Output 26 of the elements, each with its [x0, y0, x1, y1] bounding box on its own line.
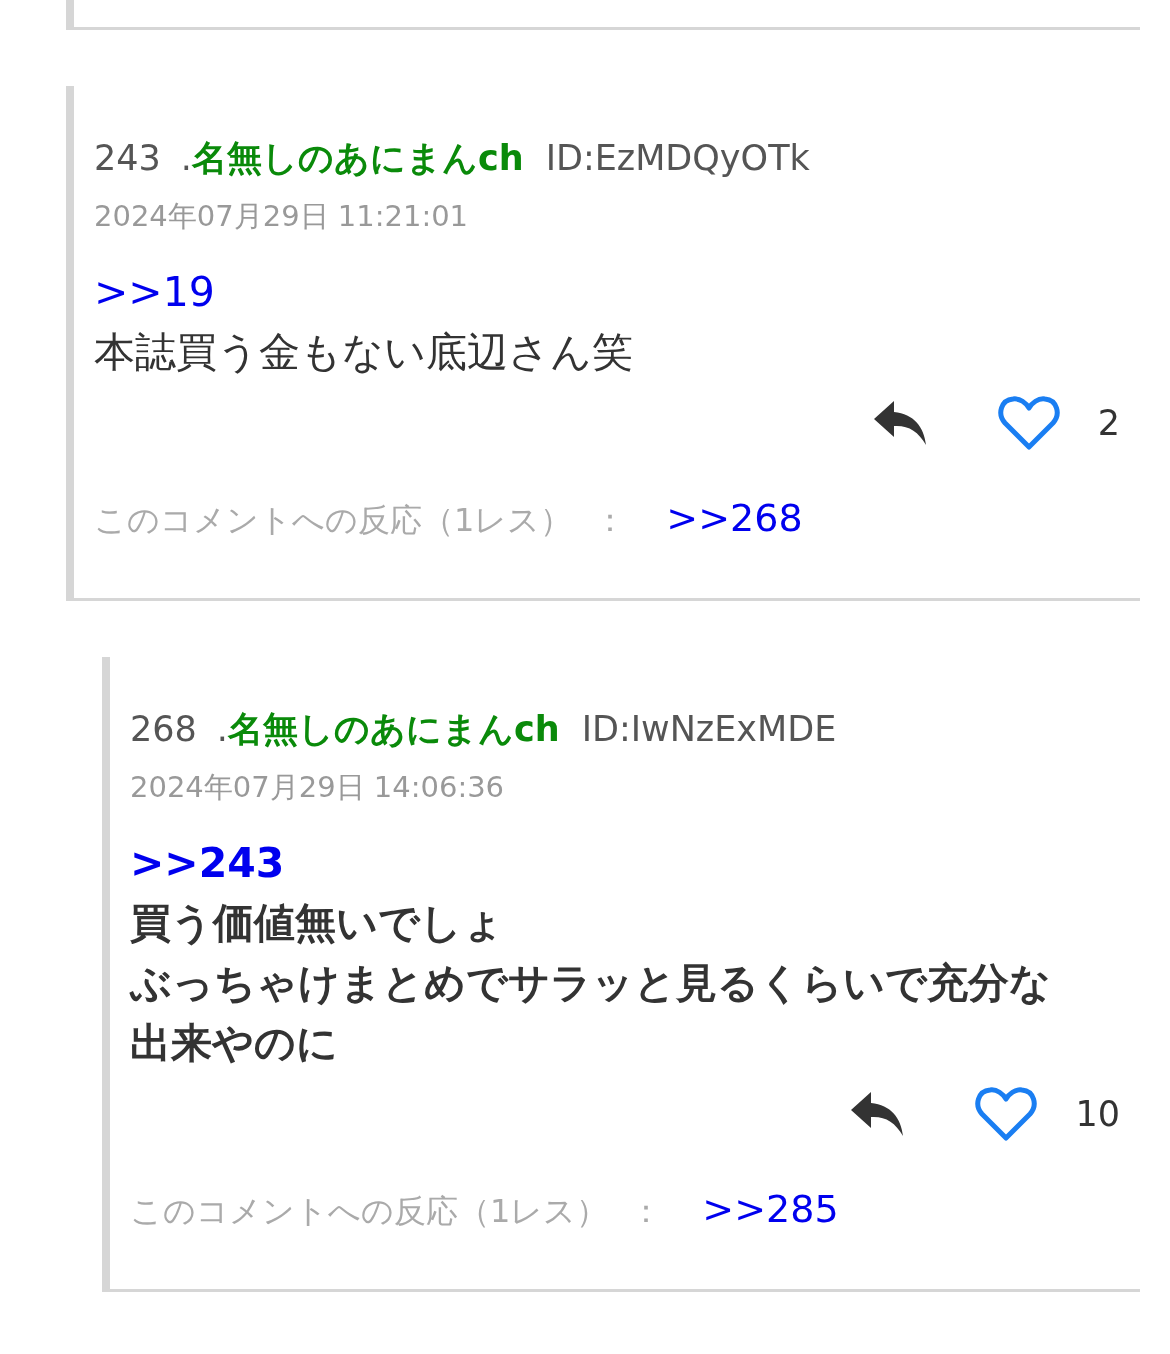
post-date: 2024年07月29日 11:21:01 [94, 198, 470, 235]
name-dot: . [180, 137, 192, 180]
heart-icon[interactable] [975, 1086, 1038, 1142]
user-name: 名無しのあにまんch [191, 137, 524, 180]
like-count: 10 [1075, 1094, 1120, 1134]
comment-text: 買う価値無いでしょ [130, 898, 505, 949]
reactions-label: このコメントへの反応（1レス） [94, 500, 573, 541]
reply-anchor-link[interactable]: >>19 [94, 262, 215, 322]
user-name: 名無しのあにまんch [227, 708, 560, 751]
reactions-colon: ： [594, 500, 627, 541]
like-count: 2 [1097, 403, 1120, 443]
comment-number: 268 [130, 708, 197, 751]
comment-number: 243 [94, 137, 161, 180]
user-id: ID:EzMDQyOTk [545, 137, 810, 180]
reactions-label: このコメントへの反応（1レス） [130, 1191, 609, 1232]
name-dot: . [216, 708, 228, 751]
reply-anchor-link[interactable]: >>243 [130, 833, 285, 893]
heart-icon[interactable] [997, 395, 1060, 451]
user-id: ID:IwNzExMDE [581, 708, 837, 751]
comment-text: ぶっちゃけまとめでサラッと見るくらいで充分な出来やのに [130, 958, 1052, 1069]
reaction-link[interactable]: >>268 [666, 496, 803, 540]
reply-icon[interactable] [849, 1090, 906, 1138]
reactions-colon: ： [630, 1191, 663, 1232]
comment-text: 本誌買う金もない底辺さん笑 [94, 327, 634, 378]
reaction-link[interactable]: >>285 [702, 1187, 839, 1231]
post-date: 2024年07月29日 14:06:36 [130, 769, 506, 806]
